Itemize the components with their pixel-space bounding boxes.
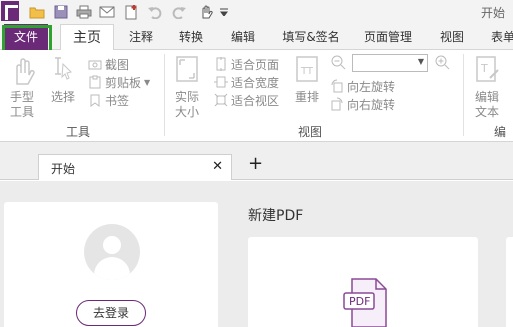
edit-text-icon: T xyxy=(470,54,504,90)
ribbon-separator xyxy=(164,54,165,136)
ribbon-home: 手型 工具 选择 截图 剪贴板 ▼ 书签 工具 实际 大小 适合页面 适合宽度 … xyxy=(0,50,513,156)
actual-size-icon xyxy=(170,54,204,90)
tab-convert[interactable]: 转换 xyxy=(176,24,206,50)
select-tool-button[interactable]: 选择 xyxy=(46,54,80,105)
print-icon[interactable] xyxy=(75,3,93,21)
tab-page-management[interactable]: 页面管理 xyxy=(362,24,414,50)
bookmark-label: 书签 xyxy=(105,93,130,108)
fit-width-label: 适合宽度 xyxy=(231,75,280,90)
pdf-file-icon: PDF xyxy=(342,277,388,327)
zoom-out-icon[interactable] xyxy=(330,54,346,73)
actual-size-button[interactable]: 实际 大小 xyxy=(170,54,204,120)
undo-icon[interactable] xyxy=(146,3,164,21)
actual-size-label: 实际 大小 xyxy=(174,90,199,119)
document-tab-strip: 开始 ✕ + xyxy=(0,142,513,180)
add-tab-icon[interactable]: + xyxy=(248,153,263,174)
rotate-left-button[interactable]: 向左旋转 xyxy=(330,77,456,95)
tab-file[interactable]: 文件 xyxy=(4,24,48,50)
chevron-down-icon: ▼ xyxy=(144,77,151,87)
doc-tab-label: 开始 xyxy=(51,162,76,176)
bookmark-button[interactable]: 书签 xyxy=(88,91,150,109)
ribbon-separator xyxy=(463,54,464,136)
hand-icon xyxy=(4,54,40,90)
select-tool-label: 选择 xyxy=(50,90,75,104)
chevron-down-icon: ▼ xyxy=(417,57,424,66)
tab-fill-sign[interactable]: 填写&签名 xyxy=(280,24,342,50)
fit-width-icon xyxy=(214,75,228,89)
hand-tool-label: 手型 工具 xyxy=(9,90,34,119)
avatar xyxy=(84,224,140,280)
save-icon[interactable] xyxy=(52,3,70,21)
ribbon-tab-bar: 文件 主页 注释 转换 编辑 填写&签名 页面管理 视图 表单 xyxy=(0,24,513,51)
new-doc-icon[interactable] xyxy=(122,3,140,21)
select-icon xyxy=(46,54,80,90)
zoom-in-icon[interactable] xyxy=(434,54,450,73)
pdf-icon-text: PDF xyxy=(349,295,371,308)
email-icon[interactable] xyxy=(98,3,116,21)
redo-icon[interactable] xyxy=(170,3,188,21)
tab-form[interactable]: 表单 xyxy=(488,24,513,50)
fit-page-label: 适合页面 xyxy=(231,57,280,72)
fit-page-button[interactable]: 适合页面 xyxy=(214,55,279,73)
reflow-button[interactable]: TT 重排 xyxy=(290,54,324,105)
login-card: 去登录 xyxy=(4,202,218,327)
rotate-left-icon xyxy=(330,79,344,93)
login-button[interactable]: 去登录 xyxy=(76,300,146,326)
reflow-icon: TT xyxy=(290,54,324,90)
tab-view[interactable]: 视图 xyxy=(438,24,466,50)
rotate-right-icon xyxy=(330,97,344,111)
rotate-right-button[interactable]: 向右旋转 xyxy=(330,95,456,113)
new-pdf-card[interactable]: PDF xyxy=(248,237,478,327)
doc-tab-start[interactable]: 开始 ✕ xyxy=(38,154,232,180)
reflow-label: 重排 xyxy=(294,90,319,104)
rotate-left-label: 向左旋转 xyxy=(347,79,396,94)
screenshot-label: 截图 xyxy=(105,57,130,72)
tab-home[interactable]: 主页 xyxy=(60,24,114,51)
group-label-tools: 工具 xyxy=(66,125,91,139)
clipboard-label: 剪贴板 xyxy=(105,75,142,90)
clipboard-icon xyxy=(88,75,102,89)
tab-edit[interactable]: 编辑 xyxy=(228,24,258,50)
fit-page-icon xyxy=(214,57,228,71)
start-page: 去登录 新建PDF PDF xyxy=(0,181,513,327)
window-title: 开始 xyxy=(480,6,505,20)
svg-text:T: T xyxy=(480,62,488,75)
bookmark-icon xyxy=(88,93,102,107)
camera-icon xyxy=(88,57,102,71)
new-pdf-title: 新建PDF xyxy=(248,208,304,224)
hand-select-icon[interactable] xyxy=(197,3,215,21)
app-logo-icon[interactable] xyxy=(1,1,19,21)
clipboard-button[interactable]: 剪贴板 ▼ xyxy=(88,73,150,91)
edit-text-button[interactable]: T 编辑 文本 xyxy=(470,54,504,120)
close-icon[interactable]: ✕ xyxy=(212,159,223,174)
group-label-view: 视图 xyxy=(298,125,323,139)
edit-text-label: 编辑 文本 xyxy=(474,90,499,119)
fit-width-button[interactable]: 适合宽度 xyxy=(214,73,279,91)
hand-tool-button[interactable]: 手型 工具 xyxy=(4,54,40,120)
fit-view-button[interactable]: 适合视区 xyxy=(214,91,279,109)
fit-view-label: 适合视区 xyxy=(231,93,280,108)
customize-icon[interactable] xyxy=(218,3,230,21)
rotate-right-label: 向右旋转 xyxy=(347,97,396,112)
zoom-select[interactable]: ▼ xyxy=(352,54,428,72)
svg-text:TT: TT xyxy=(300,66,314,77)
open-folder-icon[interactable] xyxy=(28,3,46,21)
quick-access-toolbar: 开始 xyxy=(0,0,513,24)
template-card[interactable] xyxy=(506,237,513,327)
fit-view-icon xyxy=(214,93,228,107)
screenshot-button[interactable]: 截图 xyxy=(88,55,150,73)
tab-annotate[interactable]: 注释 xyxy=(126,24,156,50)
